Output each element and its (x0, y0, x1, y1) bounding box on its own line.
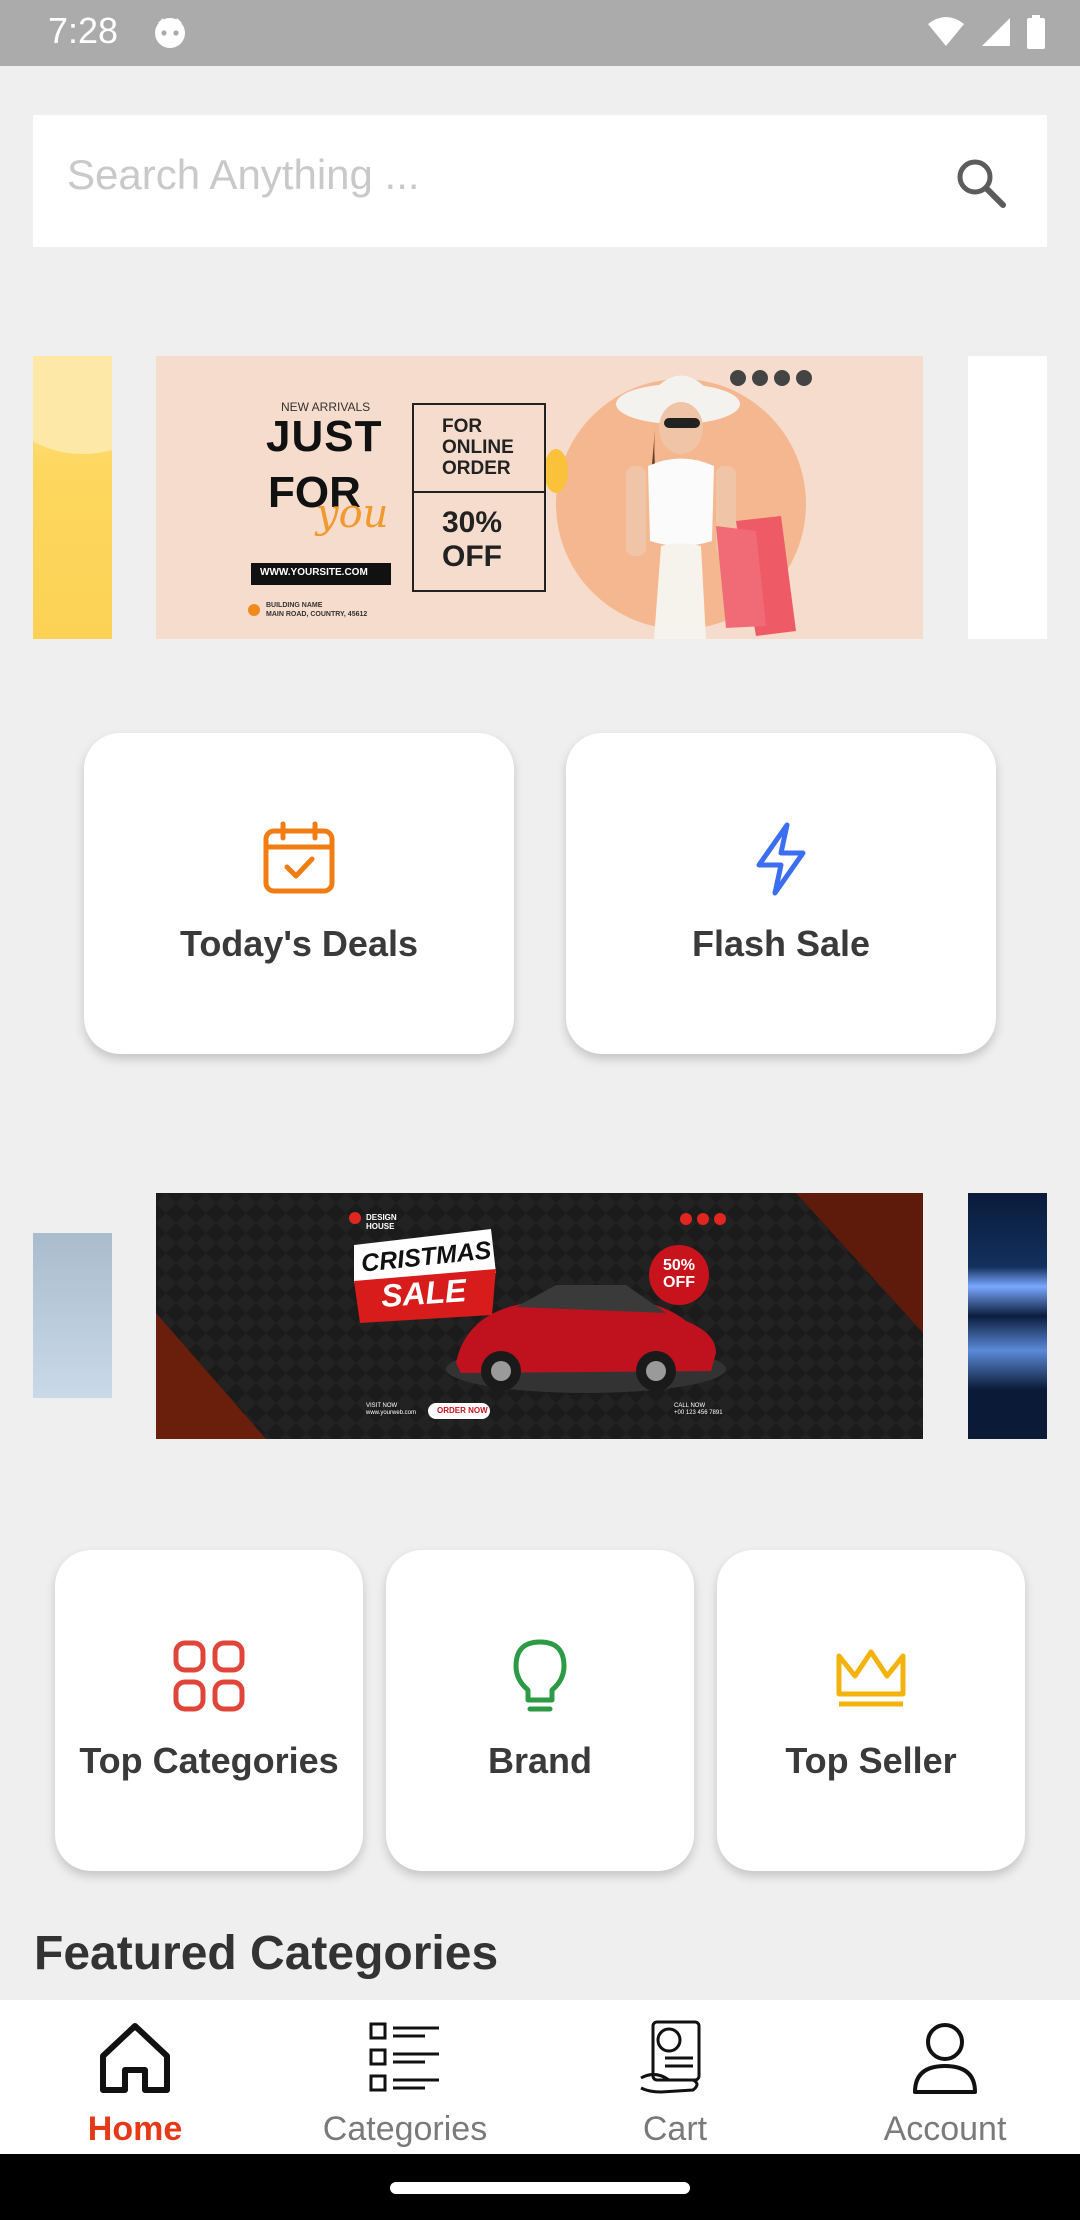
status-time: 7:28 (48, 10, 119, 51)
todays-deals-label: Today's Deals (180, 923, 418, 964)
flash-sale-card[interactable]: Flash Sale (566, 733, 996, 1054)
carousel-next-slide[interactable] (968, 356, 1047, 639)
banner1-online-line: ONLINE (442, 437, 514, 458)
brand-label: Brand (487, 1740, 592, 1781)
banner2-badge-off: OFF (663, 1274, 695, 1291)
nav-cart-label: Cart (642, 2110, 708, 2148)
banner2-call-label: CALL NOW (674, 1403, 706, 1409)
cart-icon (640, 2020, 701, 2094)
home-icon (100, 2023, 170, 2093)
promo-banner-just-for-you[interactable]: NEW ARRIVALS JUST FOR you FOR ONLINE ORD… (156, 356, 923, 639)
status-bar: 7:28 (0, 0, 1080, 66)
lightbulb-icon (513, 1639, 567, 1712)
banner2-badge-percent: 50% (662, 1257, 696, 1274)
prev-slide-art (3, 338, 163, 454)
status-icons (926, 14, 1046, 50)
banner1-for-line: FOR (442, 416, 483, 437)
wifi-icon (928, 17, 964, 46)
list-icon (369, 2022, 439, 2092)
calendar-check-icon (263, 821, 335, 894)
nav-categories[interactable]: Categories (270, 2000, 540, 2154)
carousel2-prev-slide[interactable] (33, 1233, 112, 1398)
nav-categories-label: Categories (322, 2110, 488, 2148)
banner1-online-order: FOR ONLINE ORDER (442, 416, 514, 479)
banner1-discount: 30% OFF (442, 506, 502, 574)
banner2-title-bottom: SALE (379, 1272, 468, 1314)
system-gesture-bar (0, 2154, 1080, 2220)
gesture-handle[interactable] (390, 2182, 690, 2194)
top-seller-label: Top Seller (785, 1740, 957, 1781)
banner1-order-line: ORDER (442, 458, 511, 479)
banner2-visit: VISIT NOW www.yourweb.com (366, 1403, 416, 1417)
featured-categories-title: Featured Categories (34, 1927, 499, 1980)
nav-account[interactable]: Account (810, 2000, 1080, 2154)
top-categories-label: Top Categories (79, 1740, 339, 1781)
banner1-address: BUILDING NAME MAIN ROAD, COUNTRY, 45612 (266, 601, 367, 619)
search-input[interactable]: Search Anything ... (33, 115, 1047, 247)
nav-home-label: Home (87, 2110, 183, 2148)
banner2-call: CALL NOW +00 123 456 7891 (674, 1403, 723, 1417)
banner1-address-line1: BUILDING NAME (266, 602, 323, 609)
top-seller-card[interactable]: Top Seller (717, 1550, 1025, 1871)
nav-account-label: Account (883, 2110, 1007, 2148)
banner2-brand: DESIGN HOUSE (366, 1213, 397, 1231)
top-categories-card[interactable]: Top Categories (55, 1550, 363, 1871)
carousel2-next-slide[interactable] (968, 1193, 1047, 1439)
signal-icon (982, 18, 1010, 46)
banner2-badge: 50% OFF (656, 1257, 702, 1291)
search-placeholder: Search Anything ... (67, 151, 420, 198)
todays-deals-card[interactable]: Today's Deals (84, 733, 514, 1054)
banner2-phone: +00 123 456 7891 (674, 1410, 723, 1416)
banner1-discount-off: OFF (442, 540, 502, 573)
banner1-website: WWW.YOURSITE.COM (260, 567, 368, 578)
banner1-discount-value: 30% (442, 506, 503, 539)
lightning-icon (756, 822, 806, 896)
account-icon (913, 2023, 977, 2094)
promo-banner-christmas-sale[interactable]: DESIGN HOUSE CRISTMAS SALE 50% OFF VISIT… (156, 1193, 923, 1439)
banner2-visit-label: VISIT NOW (366, 1403, 398, 1409)
christmas-banner-artwork (156, 1193, 923, 1439)
nav-cart[interactable]: Cart (540, 2000, 810, 2154)
banner2-order-button: ORDER NOW (437, 1406, 488, 1415)
categories-grid-icon (173, 1640, 245, 1712)
nav-home[interactable]: Home (0, 2000, 270, 2154)
flash-sale-label: Flash Sale (691, 923, 871, 964)
banner2-visit-url: www.yourweb.com (366, 1410, 417, 1416)
banner1-you: you (316, 491, 389, 537)
brand-card[interactable]: Brand (386, 1550, 694, 1871)
banner1-just: JUST (266, 412, 383, 461)
banner1-address-line2: MAIN ROAD, COUNTRY, 45612 (266, 611, 368, 618)
crown-icon (836, 1649, 906, 1707)
battery-icon (1027, 15, 1045, 49)
android-debug-icon (155, 18, 185, 48)
bottom-navigation: Home Categories Cart Account (0, 2000, 1080, 2154)
carousel-prev-slide[interactable] (3, 338, 163, 639)
search-icon[interactable] (953, 155, 1009, 211)
